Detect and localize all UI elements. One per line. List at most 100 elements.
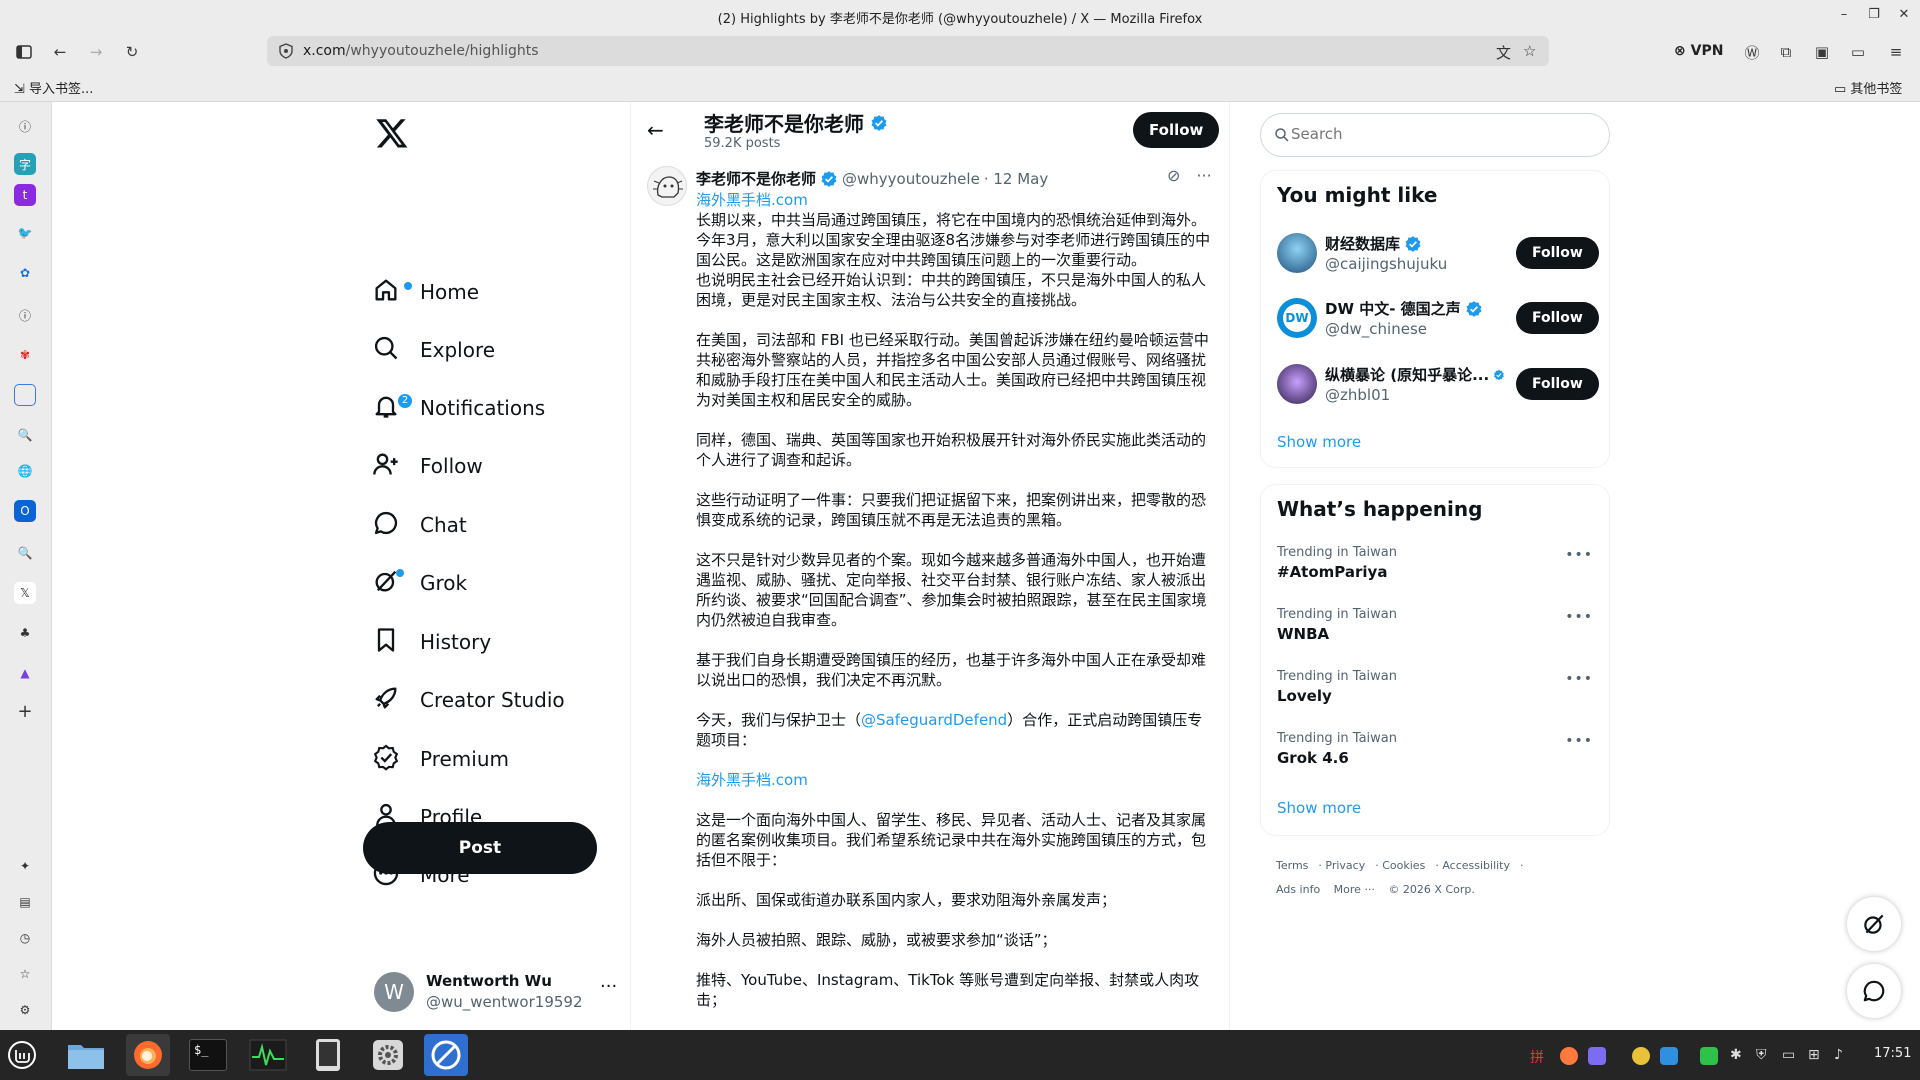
nav-creator-studio[interactable]: Creator Studio [372, 677, 565, 723]
trend-item[interactable]: Trending in Taiwan Grok 4.6 ••• [1277, 731, 1595, 777]
tray-app-icon-2[interactable] [1588, 1047, 1606, 1069]
bird-icon[interactable]: 🐦 [14, 222, 36, 244]
other-bookmarks[interactable]: ▭ 其他书签 [1834, 78, 1902, 97]
tweet-more-icon[interactable]: ··· [1196, 166, 1211, 185]
back-icon[interactable]: ← [50, 42, 70, 62]
trend-item[interactable]: Trending in Taiwan WNBA ••• [1277, 607, 1595, 653]
add-panel-icon[interactable]: + [14, 700, 36, 722]
show-more-link[interactable]: Show more [1277, 799, 1361, 817]
account-more-icon[interactable]: ··· [600, 976, 617, 997]
search-small-icon[interactable]: 🔍 [14, 424, 36, 446]
suggested-account[interactable]: 纵横暴论 (原知乎暴论... @zhbl01 Follow [1277, 360, 1599, 410]
trend-more-icon[interactable]: ••• [1565, 671, 1593, 687]
tweet-link[interactable]: 海外黑手档.com [696, 771, 808, 789]
ai-sparkle-icon[interactable]: ✦ [14, 855, 36, 877]
search-small-icon-2[interactable]: 🔍 [14, 542, 36, 564]
clover-icon[interactable]: ♣ [14, 622, 36, 644]
nav-explore[interactable]: Explore [372, 327, 495, 373]
back-arrow-icon[interactable]: ← [647, 118, 664, 142]
wikipedia-extension-icon[interactable]: Ⓦ [1742, 42, 1762, 62]
globe-icon[interactable]: 🌐 [14, 460, 36, 482]
system-monitor-icon[interactable] [246, 1034, 290, 1076]
follow-button[interactable]: Follow [1133, 112, 1220, 148]
history-icon[interactable]: ◷ [14, 927, 36, 949]
forward-icon[interactable]: → [86, 42, 106, 62]
bookmarks-icon[interactable]: ☆ [14, 963, 36, 985]
close-icon[interactable]: ✕ [1894, 7, 1914, 22]
network-icon[interactable]: ⊞ [1808, 1047, 1820, 1063]
mint-menu-icon[interactable] [2, 1034, 42, 1076]
trend-item[interactable]: Trending in Taiwan #AtomPariya ••• [1277, 545, 1595, 591]
bookmark-star-icon[interactable]: ☆ [1523, 42, 1536, 60]
extensions-icon[interactable]: ⧉ [1776, 42, 1796, 62]
footer-link-more[interactable]: More ··· [1334, 883, 1375, 896]
x-app-icon[interactable]: 𝕏 [14, 582, 36, 604]
tab-view-icon[interactable]: ▭ [1848, 42, 1868, 62]
tweet-avatar[interactable] [647, 166, 687, 206]
x-logo-icon[interactable] [375, 116, 409, 150]
nav-grok[interactable]: Grok [372, 560, 467, 606]
clock[interactable]: 17:51 [1874, 1046, 1911, 1061]
outlook-icon[interactable]: O [14, 500, 36, 522]
vpn-button[interactable]: ⊗ VPN [1674, 43, 1723, 59]
tray-app-icon-4[interactable] [1660, 1047, 1678, 1069]
tray-app-icon[interactable] [1560, 1047, 1578, 1069]
grok-explain-icon[interactable]: ⊘ [1167, 166, 1180, 185]
suggested-account[interactable]: 财经数据库 @caijingshujuku Follow [1277, 229, 1599, 279]
tweet-author-handle[interactable]: @whyyoutouzhele [842, 170, 980, 188]
translate-icon[interactable]: 文 [1496, 42, 1511, 63]
window-icon[interactable] [14, 384, 36, 406]
nav-follow[interactable]: Follow [372, 443, 483, 489]
huawei-icon[interactable]: ✾ [14, 344, 36, 366]
post-button[interactable]: Post [363, 822, 597, 874]
nav-chat[interactable]: Chat [372, 502, 467, 548]
follow-button[interactable]: Follow [1516, 302, 1599, 334]
gear-blue-icon[interactable]: ✿ [14, 262, 36, 284]
container-icon[interactable]: ▣ [1812, 42, 1832, 62]
show-more-link[interactable]: Show more [1277, 433, 1361, 451]
minimize-icon[interactable]: – [1834, 7, 1854, 22]
restore-icon[interactable]: ❐ [1864, 7, 1884, 22]
nav-home[interactable]: Home [372, 269, 479, 315]
nav-history[interactable]: History [372, 619, 491, 665]
nav-premium[interactable]: Premium [372, 736, 509, 782]
mention-link[interactable]: @SafeguardDefend [861, 711, 1007, 729]
tracking-shield-icon[interactable] [277, 42, 295, 60]
trend-more-icon[interactable]: ••• [1565, 547, 1593, 563]
dictionary-icon[interactable]: 字 [14, 153, 36, 175]
footer-link-cookies[interactable]: Cookies [1382, 859, 1425, 872]
bluetooth-icon[interactable]: ✱ [1730, 1047, 1742, 1063]
wechat-icon[interactable] [1700, 1047, 1718, 1069]
tray-app-icon-3[interactable] [1632, 1047, 1650, 1069]
trend-more-icon[interactable]: ••• [1565, 733, 1593, 749]
firefox-icon[interactable] [126, 1034, 170, 1076]
footer-link-ads-info[interactable]: Ads info [1276, 883, 1320, 896]
import-bookmarks[interactable]: ⇲ 导入书签... [14, 78, 93, 97]
url-bar[interactable]: x.com/whyyoutouzhele/highlights 文 ☆ [267, 36, 1549, 66]
tumblr-icon[interactable]: t [14, 184, 36, 206]
messages-fab[interactable] [1847, 964, 1901, 1018]
volume-icon[interactable]: ♪ [1834, 1047, 1843, 1063]
search-input[interactable] [1291, 125, 1591, 143]
terminal-icon[interactable]: $_ [186, 1034, 230, 1076]
tweet-date[interactable]: · 12 May [984, 170, 1048, 188]
url-text[interactable]: x.com/whyyoutouzhele/highlights [303, 43, 539, 59]
follow-button[interactable]: Follow [1516, 237, 1599, 269]
menu-icon[interactable]: ≡ [1886, 42, 1906, 62]
sync-tabs-icon[interactable]: ▤ [14, 891, 36, 913]
trend-item[interactable]: Trending in Taiwan Lovely ••• [1277, 669, 1595, 715]
reload-icon[interactable]: ↻ [122, 42, 142, 62]
files-icon[interactable] [64, 1034, 108, 1076]
chat-client-icon[interactable] [424, 1034, 468, 1076]
info-icon[interactable]: ⓘ [14, 115, 36, 137]
account-switcher[interactable]: W Wentworth Wu @wu_wentwor19592 ··· [372, 962, 617, 1022]
settings-icon[interactable]: ⚙ [14, 999, 36, 1021]
triangle-app-icon[interactable]: ▲ [14, 662, 36, 684]
search-box[interactable] [1260, 113, 1610, 157]
sidebar-toggle-icon[interactable] [14, 42, 34, 62]
ereader-icon[interactable] [306, 1034, 350, 1076]
follow-button[interactable]: Follow [1516, 368, 1599, 400]
tweet-author-name[interactable]: 李老师不是你老师 [696, 168, 816, 189]
footer-link-accessibility[interactable]: Accessibility [1442, 859, 1510, 872]
suggested-account[interactable]: DW DW 中文- 德国之声 @dw_chinese Follow [1277, 294, 1599, 344]
